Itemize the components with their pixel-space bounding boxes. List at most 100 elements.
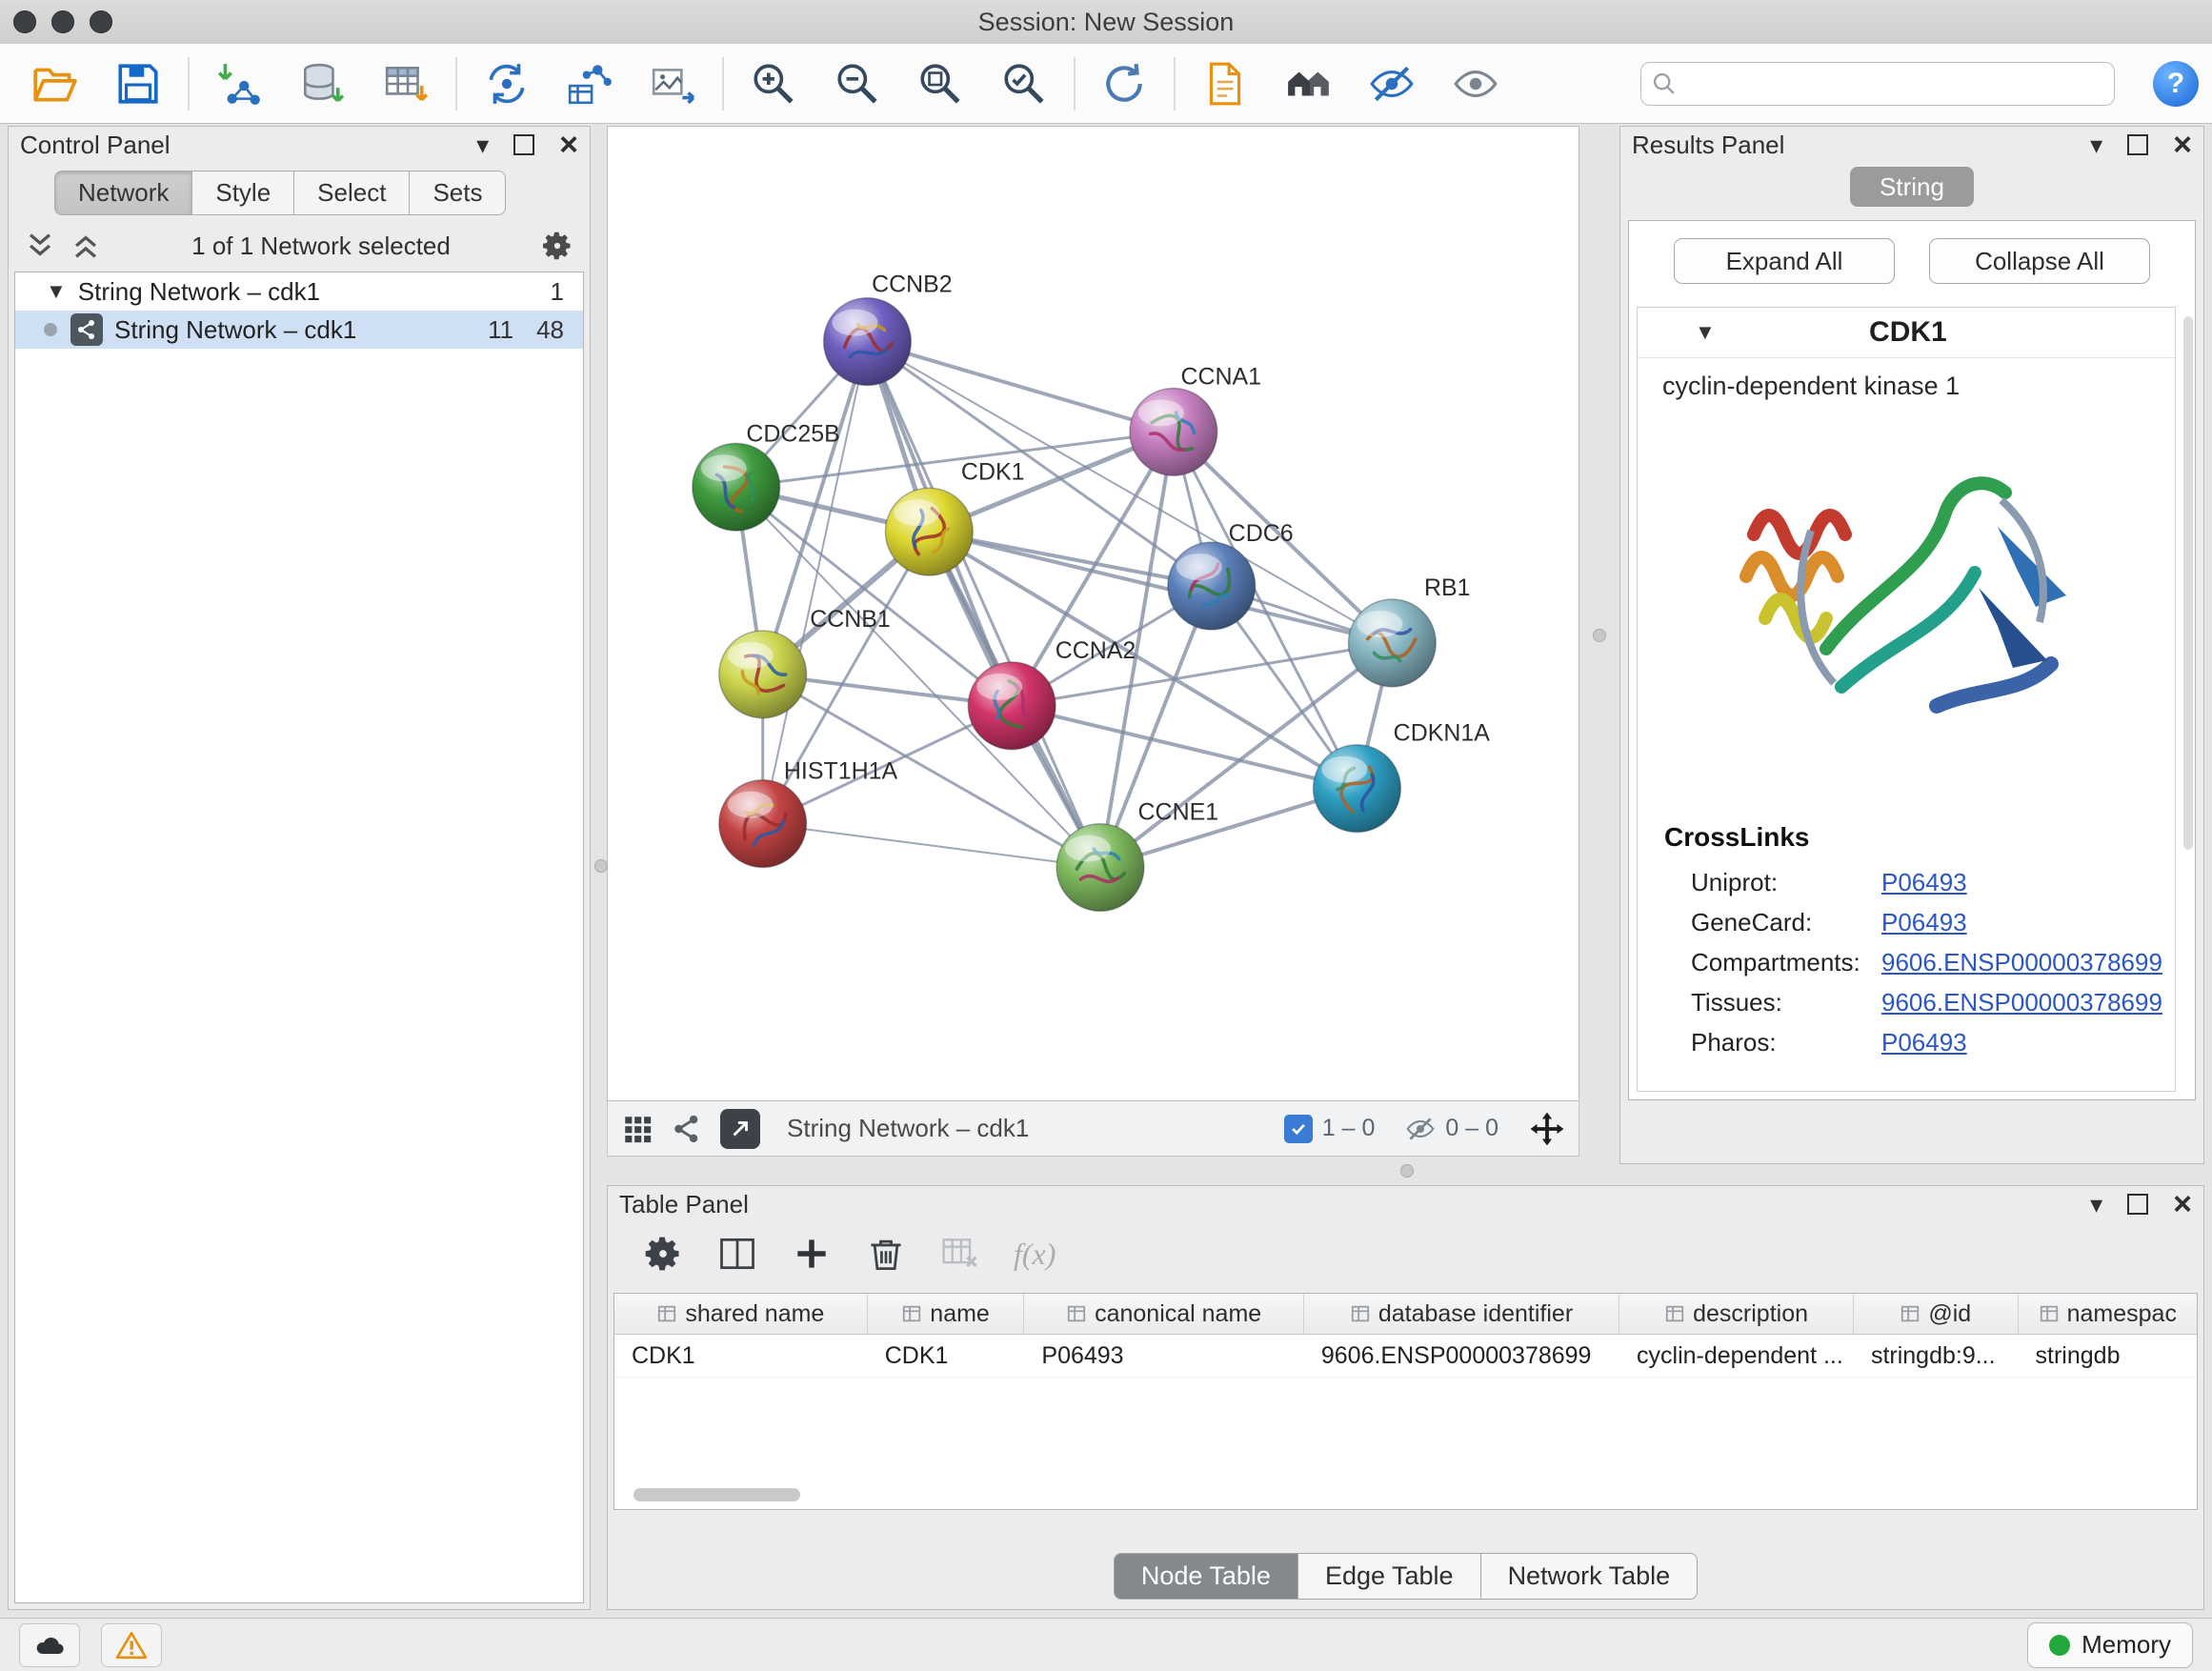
memory-button[interactable]: Memory [2027,1622,2193,1668]
help-button[interactable]: ? [2153,61,2199,107]
network-node-CDKN1A[interactable] [1314,745,1401,833]
search-input[interactable] [1678,69,2104,98]
network-node-CCNB2[interactable] [824,298,912,386]
network-node-CDC6[interactable] [1168,542,1256,630]
network-collection-row[interactable]: ▼ String Network – cdk1 1 [15,272,583,311]
close-panel-icon[interactable]: × [559,129,578,161]
tab-edge-table[interactable]: Edge Table [1298,1553,1481,1600]
crosslink-link[interactable]: P06493 [1881,1028,1967,1057]
network-node-CCNE1[interactable] [1056,824,1144,912]
pan-crosshair-icon[interactable] [1529,1111,1565,1147]
tab-network-table[interactable]: Network Table [1481,1553,1699,1600]
collapse-all-icon[interactable] [24,230,56,262]
zoom-out-button[interactable] [815,50,899,118]
close-panel-icon[interactable]: × [2173,1188,2192,1220]
cloud-status-button[interactable] [19,1623,80,1667]
column-header[interactable]: database identifier [1304,1294,1619,1334]
refresh-layout-button[interactable] [1083,50,1167,118]
search-box[interactable] [1640,62,2115,106]
tab-network[interactable]: Network [54,171,192,215]
network-table-button[interactable] [548,50,632,118]
results-scrollbar[interactable] [2183,316,2193,850]
zoom-fit-button[interactable] [899,50,983,118]
first-neighbors-button[interactable] [1267,50,1351,118]
tab-node-table[interactable]: Node Table [1114,1553,1298,1600]
expand-all-button[interactable]: Expand All [1674,238,1895,284]
network-node-CDK1[interactable] [885,488,973,575]
crosslink-link[interactable]: P06493 [1881,908,1967,937]
column-header[interactable]: @id [1854,1294,2019,1334]
warnings-button[interactable] [101,1623,162,1667]
crosslink-link[interactable]: 9606.ENSP00000378699 [1881,948,2162,977]
table-cell[interactable]: stringdb [2019,1335,2197,1377]
disclosure-triangle-icon[interactable]: ▼ [46,279,67,304]
network-edge-CCNB2-CCNE1[interactable] [867,342,1100,868]
splitter-handle[interactable] [594,859,608,873]
maximize-panel-icon[interactable] [2127,134,2148,155]
network-node-CCNA2[interactable] [968,662,1056,750]
new-network-button[interactable] [465,50,549,118]
network-edge-HIST1H1A-CCNE1[interactable] [763,824,1100,868]
selected-checkbox-icon[interactable] [1284,1115,1313,1143]
grid-view-icon[interactable] [621,1113,654,1145]
gene-section-header[interactable]: ▼ CDK1 [1638,308,2175,358]
splitter-handle[interactable] [1593,629,1606,642]
table-cell[interactable]: 9606.ENSP00000378699 [1304,1335,1619,1377]
float-panel-icon[interactable]: ▾ [2090,1192,2102,1217]
expand-all-icon[interactable] [70,230,102,262]
table-horizontal-scrollbar[interactable] [633,1488,800,1501]
float-panel-icon[interactable]: ▾ [2090,132,2102,157]
annotation-button[interactable] [1183,50,1267,118]
crosslink-link[interactable]: P06493 [1881,868,1967,897]
network-node-CCNA1[interactable] [1130,388,1217,475]
table-cell[interactable]: stringdb:9... [1854,1335,2019,1377]
save-session-button[interactable] [97,50,181,118]
crosslink-link[interactable]: 9606.ENSP00000378699 [1881,988,2162,1017]
column-header[interactable]: canonical name [1024,1294,1304,1334]
network-edge-CCNB2-CCNA1[interactable] [867,342,1173,433]
show-columns-icon[interactable] [716,1233,758,1275]
network-canvas[interactable]: CCNB2CCNA1CDC25BCDK1CDC6RB1CCNB1CCNA2CDK… [608,127,1579,1100]
table-gear-icon[interactable] [642,1233,684,1275]
import-table-button[interactable] [364,50,448,118]
table-cell[interactable]: CDK1 [868,1335,1025,1377]
maximize-panel-icon[interactable] [513,134,534,155]
network-node-CDC25B[interactable] [693,443,780,531]
column-header[interactable]: shared name [614,1294,868,1334]
table-cell[interactable]: cyclin-dependent ... [1619,1335,1854,1377]
collapse-all-button[interactable]: Collapse All [1929,238,2150,284]
column-header[interactable]: name [868,1294,1025,1334]
import-network-file-button[interactable] [197,50,281,118]
close-panel-icon[interactable]: × [2173,129,2192,161]
maximize-panel-icon[interactable] [2127,1194,2148,1215]
network-node-HIST1H1A[interactable] [719,780,807,868]
tab-style[interactable]: Style [192,171,294,215]
column-header[interactable]: description [1619,1294,1854,1334]
splitter-handle[interactable] [1400,1164,1414,1178]
delete-column-icon[interactable] [865,1233,907,1275]
table-cell[interactable]: P06493 [1024,1335,1303,1377]
hide-selected-button[interactable] [1350,50,1434,118]
network-edge-CCNB2-HIST1H1A[interactable] [763,342,868,824]
export-image-button[interactable] [632,50,715,118]
network-node-RB1[interactable] [1348,599,1436,687]
network-node-CCNB1[interactable] [719,631,807,718]
tab-select[interactable]: Select [294,171,410,215]
tab-string[interactable]: String [1850,167,1974,207]
tab-sets[interactable]: Sets [410,171,506,215]
float-panel-icon[interactable]: ▾ [476,132,489,157]
zoom-selected-button[interactable] [982,50,1066,118]
import-network-database-button[interactable] [281,50,365,118]
table-cell[interactable]: CDK1 [614,1335,868,1377]
show-all-button[interactable] [1434,50,1518,118]
add-column-icon[interactable] [791,1233,833,1275]
zoom-in-button[interactable] [732,50,815,118]
network-row[interactable]: String Network – cdk1 11 48 [15,311,583,349]
column-header[interactable]: namespac [2019,1294,2197,1334]
network-overview-icon[interactable] [671,1113,703,1145]
disclosure-triangle-icon[interactable]: ▼ [1695,320,1716,345]
open-in-new-window-button[interactable] [720,1109,760,1149]
open-session-button[interactable] [13,50,97,118]
gear-icon[interactable] [540,229,574,263]
table-row[interactable]: CDK1 CDK1 P06493 9606.ENSP00000378699 cy… [614,1335,2197,1378]
